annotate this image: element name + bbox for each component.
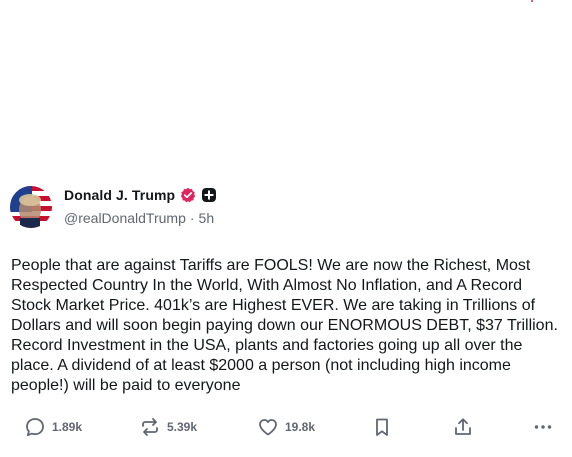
avatar[interactable] <box>10 186 52 228</box>
post-card: Donald J. Trump @realDonaldTrump · 5h Pe… <box>0 180 572 457</box>
reply-button[interactable]: 1.89k <box>24 413 82 441</box>
avatar-flag-icon <box>10 186 52 228</box>
notification-dot <box>531 0 533 2</box>
author-display-name[interactable]: Donald J. Trump <box>64 187 175 203</box>
more-options-button[interactable] <box>532 413 554 441</box>
repost-button[interactable]: 5.39k <box>139 413 197 441</box>
author-handle-row: @realDonaldTrump · 5h <box>64 210 214 226</box>
speech-bubble-icon <box>24 416 46 438</box>
post-actions-bar: 1.89k 5.39k 19.8k <box>0 413 572 441</box>
author-name-row: Donald J. Trump <box>64 185 217 205</box>
repost-arrows-icon <box>139 416 161 438</box>
meta-separator: · <box>189 210 195 226</box>
post-text: People that are against Tariffs are FOOL… <box>11 257 558 394</box>
verified-badge-icon <box>180 187 196 203</box>
bookmark-button[interactable] <box>371 413 393 441</box>
share-button[interactable] <box>452 413 474 441</box>
reply-count: 1.89k <box>52 420 83 434</box>
ellipsis-icon <box>532 416 554 438</box>
plus-badge-icon <box>201 187 217 203</box>
like-button[interactable]: 19.8k <box>257 413 315 441</box>
bookmark-icon <box>371 416 393 438</box>
author-handle[interactable]: @realDonaldTrump <box>64 210 186 226</box>
repost-count: 5.39k <box>167 420 198 434</box>
like-count: 19.8k <box>285 420 316 434</box>
heart-icon <box>257 416 279 438</box>
post-timestamp[interactable]: 5h <box>199 210 215 226</box>
share-upload-icon <box>452 416 474 438</box>
